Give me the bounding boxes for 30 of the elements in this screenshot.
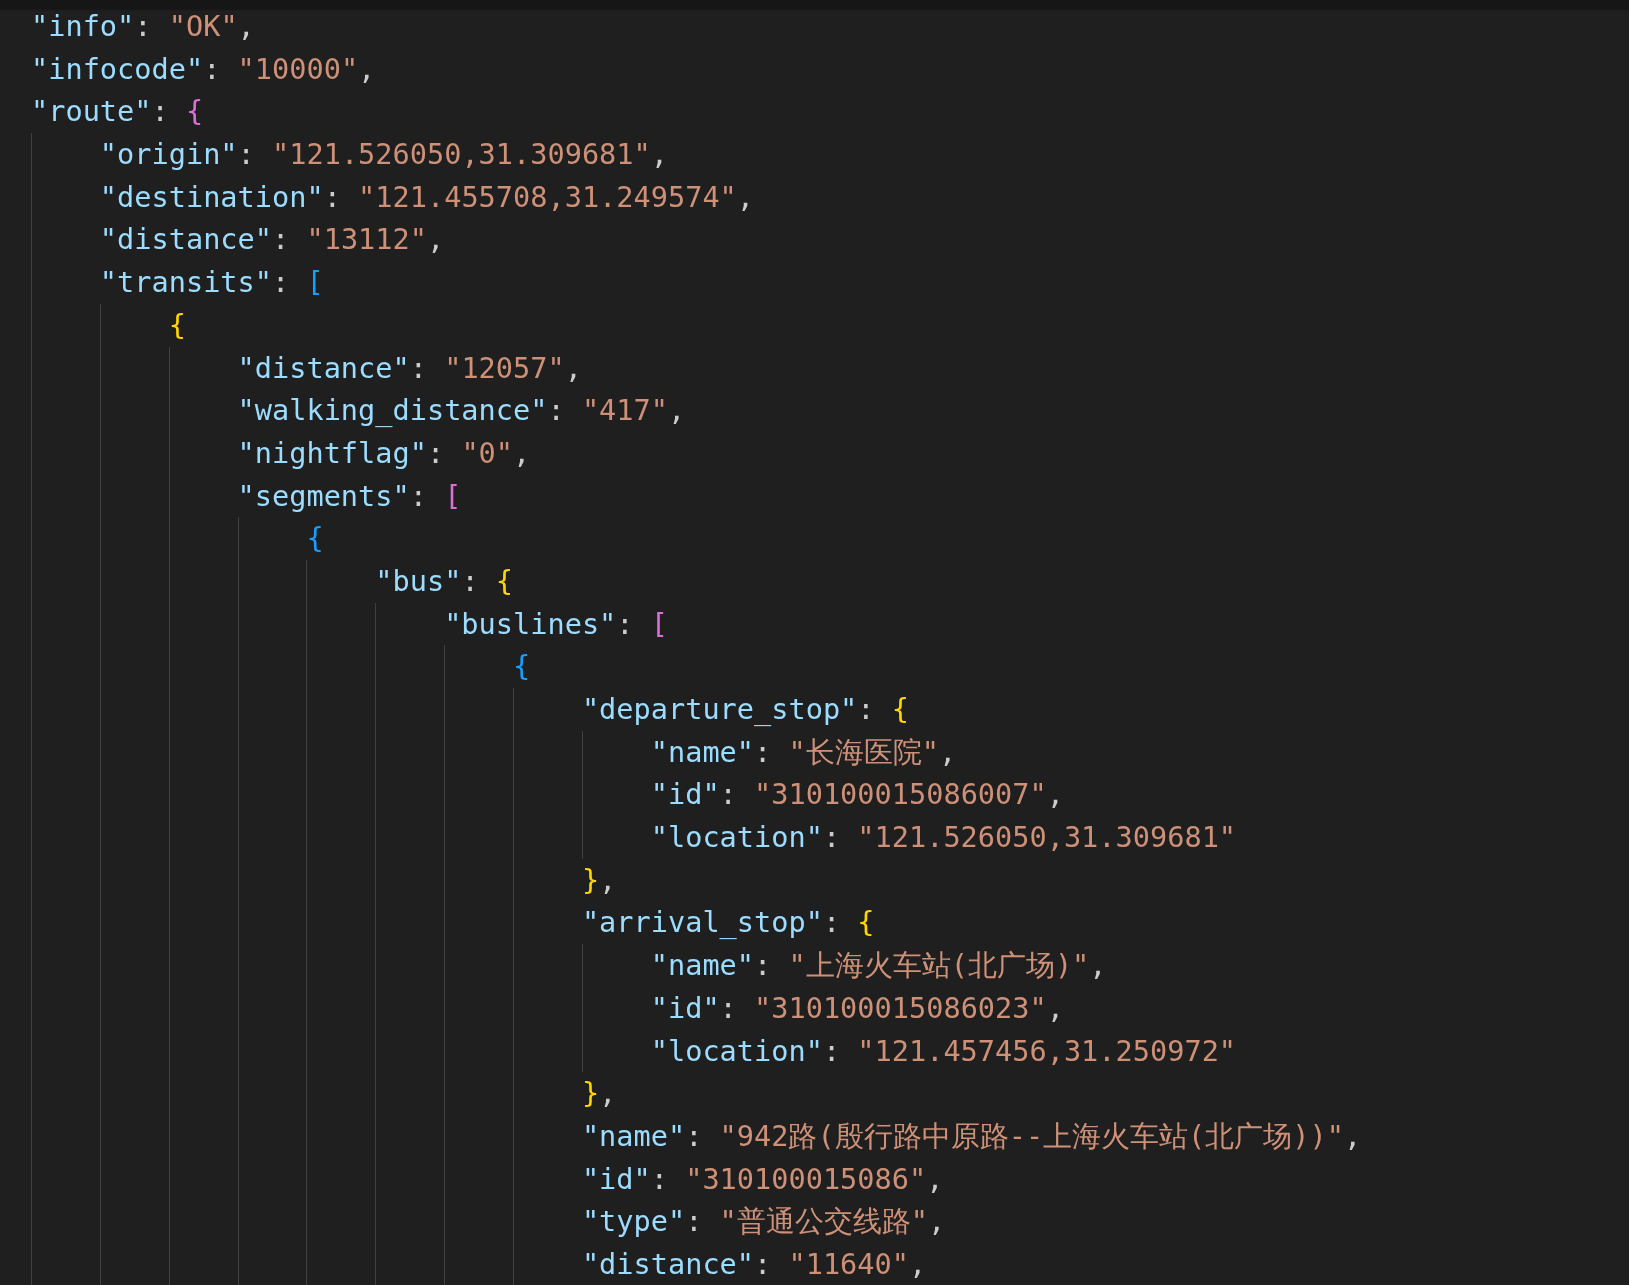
code-line: "name": "942路(殷行路中原路--上海火车站(北广场))",: [581, 1117, 1362, 1155]
code-line: "distance": "12057",: [237, 349, 582, 387]
code-line: "bus": {: [375, 562, 514, 600]
code-line: },: [581, 1075, 617, 1113]
code-line: "name": "长海医院",: [650, 733, 957, 771]
code-line: {: [513, 648, 531, 686]
code-line: "segments": [: [237, 477, 462, 515]
code-line: "distance": "11640",: [581, 1245, 927, 1283]
code-line: "name": "上海火车站(北广场)",: [650, 947, 1107, 985]
code-line: "id": "310100015086",: [581, 1160, 944, 1198]
code-line: "location": "121.526050,31.309681": [650, 819, 1237, 857]
code-line: "distance": "13112",: [99, 221, 445, 259]
code-line: "route": {: [31, 93, 204, 131]
code-line: "id": "310100015086007",: [650, 776, 1064, 814]
code-line: "departure_stop": {: [581, 691, 909, 728]
code-line: "info": "OK",: [31, 8, 255, 45]
code-line: "destination": "121.455708,31.249574",: [99, 178, 755, 216]
code-line: "walking_distance": "417",: [237, 392, 686, 430]
code-line: "transits": [: [99, 264, 324, 302]
code-line: "arrival_stop": {: [581, 904, 875, 942]
code-line: "id": "310100015086023",: [650, 989, 1064, 1027]
code-line: },: [581, 861, 617, 899]
code-line: "buslines": [: [444, 605, 668, 643]
code-line: "nightflag": "0",: [237, 434, 531, 472]
code-line: "infocode": "10000",: [31, 50, 376, 88]
code-line: {: [168, 306, 186, 344]
code-line: "location": "121.457456,31.250972": [650, 1032, 1237, 1070]
code-line: "origin": "121.526050,31.309681",: [99, 136, 668, 174]
code-line: "type": "普通公交线路",: [581, 1203, 946, 1241]
code-line: {: [306, 520, 324, 558]
